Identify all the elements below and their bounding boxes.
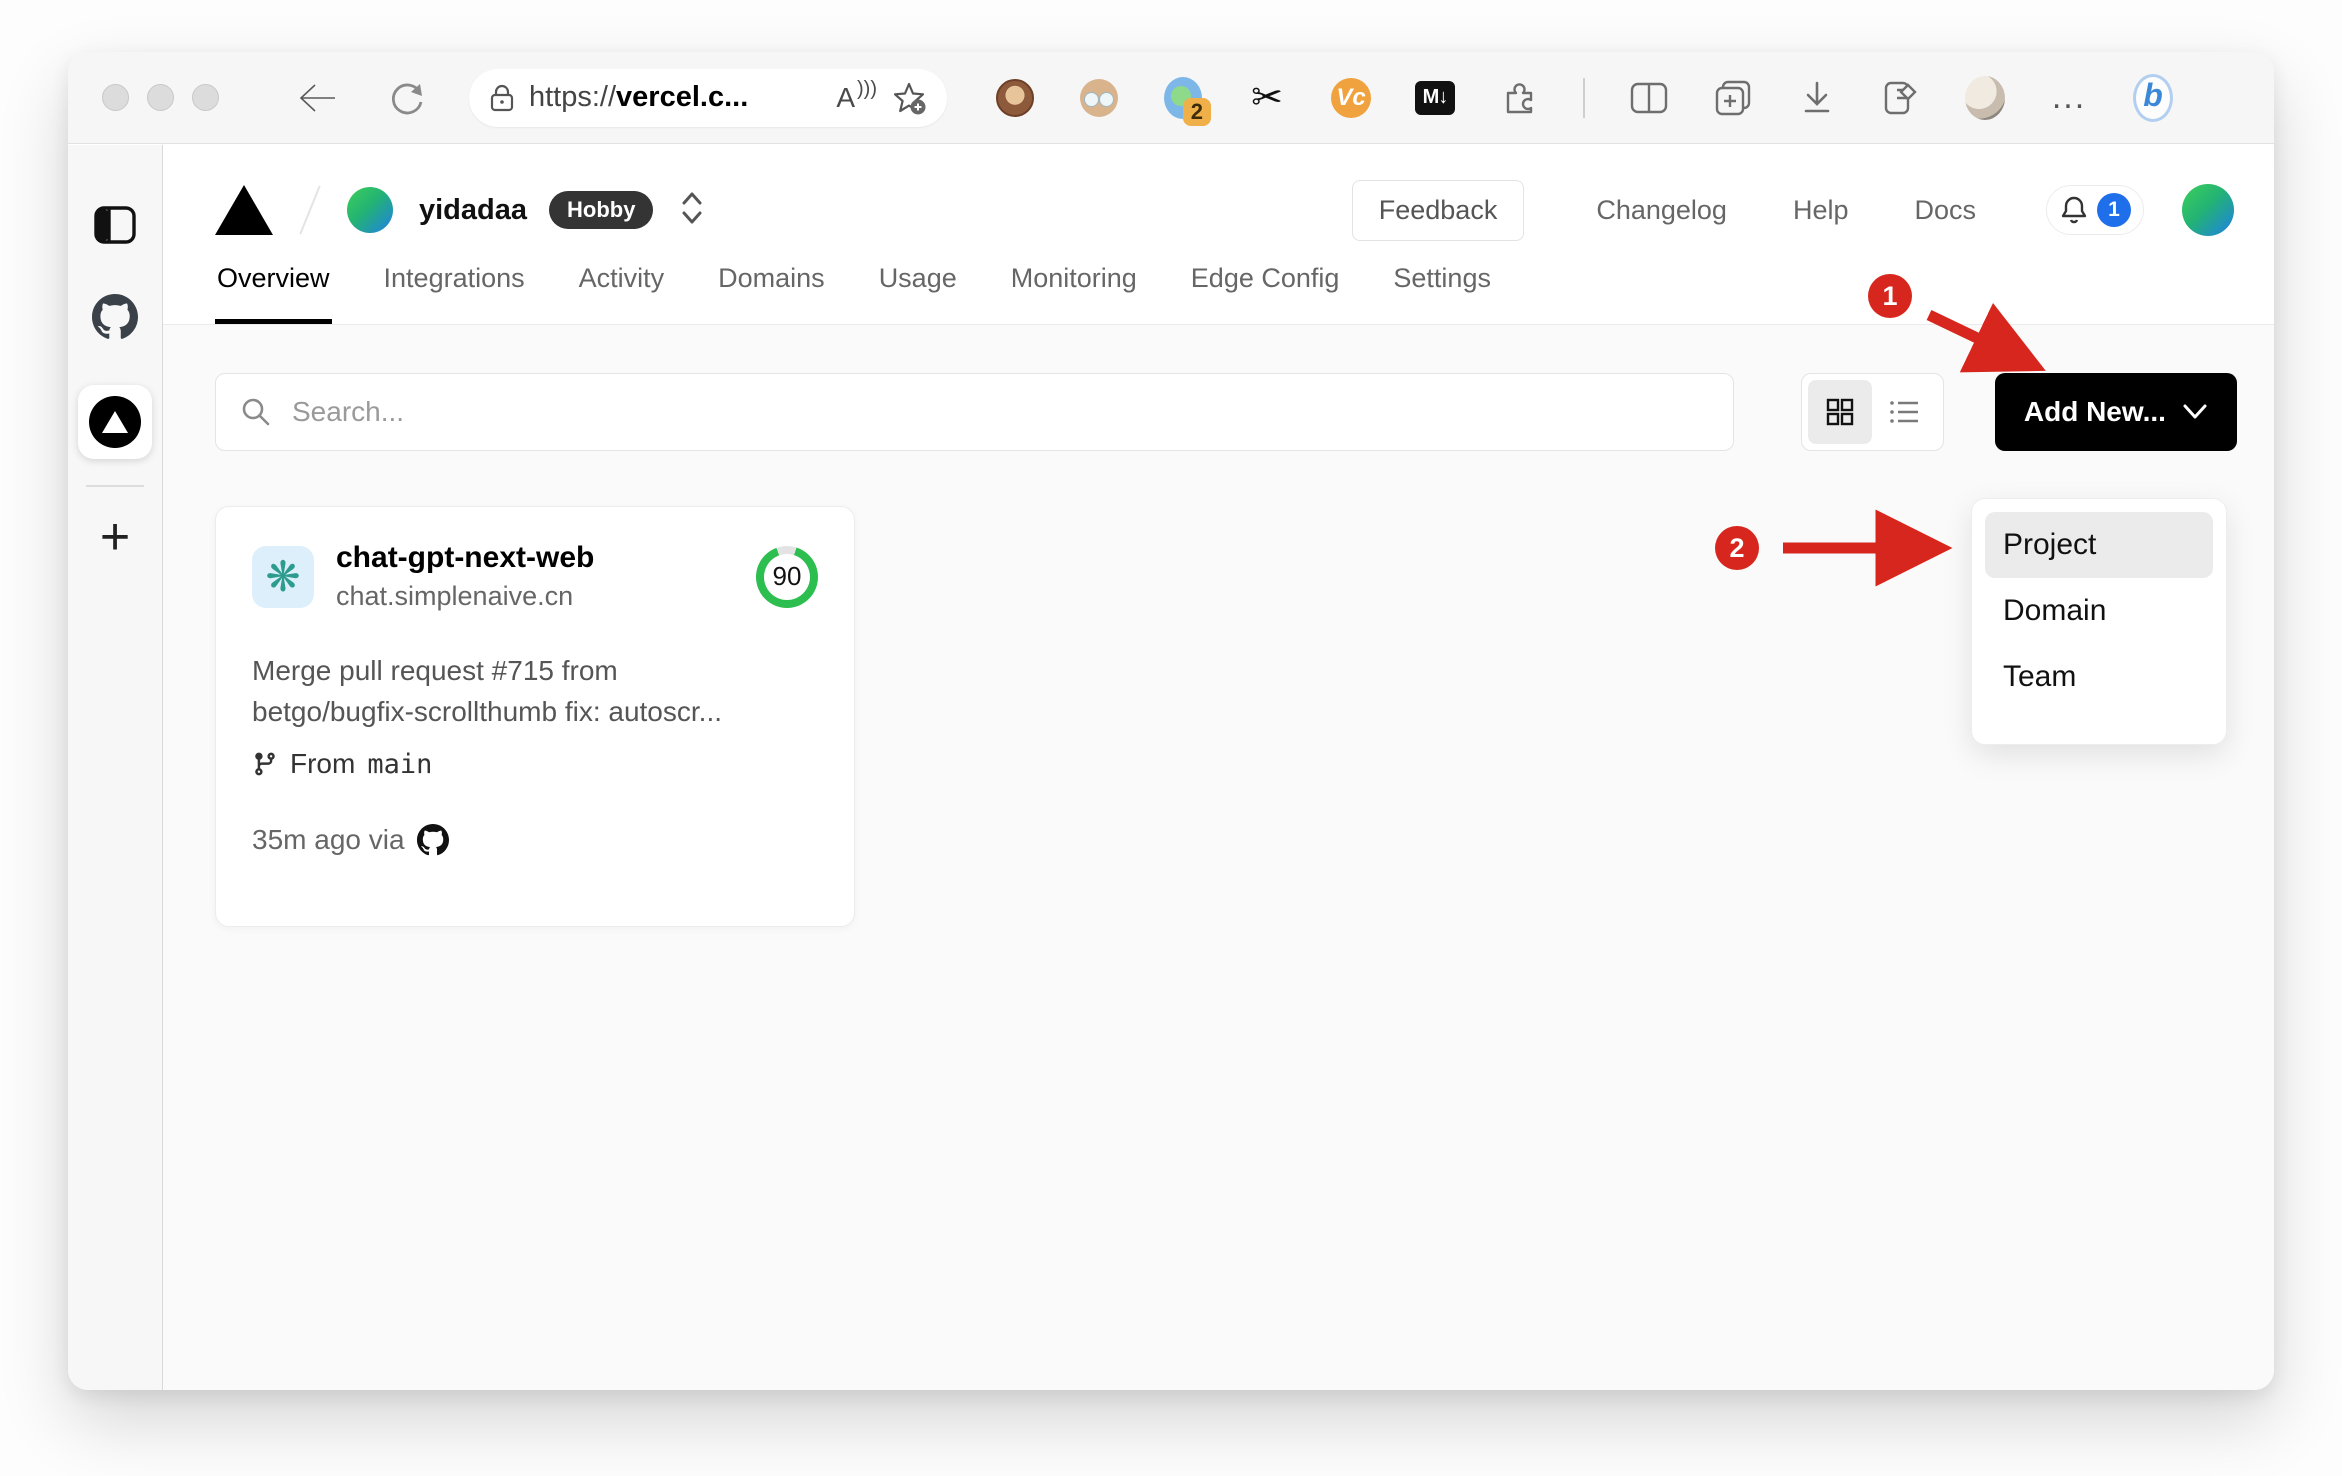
breadcrumb-slash: [299, 185, 321, 235]
browser-essentials-icon[interactable]: [1881, 78, 1921, 118]
commit-message-line1: Merge pull request #715 from: [252, 655, 618, 686]
site-header: yidadaa Hobby Feedback Changelog Help Do…: [163, 145, 2274, 325]
annotation-step-1: 1: [1868, 274, 1912, 318]
search-input[interactable]: [292, 396, 1709, 428]
clipper-extension-icon[interactable]: ✂: [1247, 77, 1287, 119]
extensions-puzzle-icon[interactable]: [1499, 78, 1539, 118]
project-domain[interactable]: chat.simplenaive.cn: [336, 581, 734, 612]
sidebar-panel-toggle-icon[interactable]: [91, 201, 139, 249]
vercel-tab-active[interactable]: [78, 385, 152, 459]
commit-message-line2: betgo/bugfix-scrollthumb fix: autoscr...: [252, 696, 722, 727]
collections-icon[interactable]: [1713, 78, 1753, 118]
reload-button[interactable]: [379, 78, 435, 118]
nav-link-docs[interactable]: Docs: [1914, 195, 1976, 226]
annotation-step-2: 2: [1715, 526, 1759, 570]
feedback-button[interactable]: Feedback: [1351, 179, 1525, 241]
profile-avatar[interactable]: [1965, 75, 2005, 120]
tab-usage[interactable]: Usage: [877, 253, 959, 324]
sidebar-divider: [86, 485, 144, 487]
search-icon: [242, 398, 270, 426]
lighthouse-score-value: 90: [764, 553, 810, 600]
search-box[interactable]: [215, 373, 1734, 451]
toolbar-divider: [1583, 77, 1585, 118]
project-name[interactable]: chat-gpt-next-web: [336, 541, 734, 575]
branch-row: From main: [252, 748, 818, 780]
nav-link-changelog[interactable]: Changelog: [1596, 195, 1727, 226]
url-text: https://vercel.c...: [529, 81, 749, 113]
dropdown-item-domain[interactable]: Domain: [1985, 578, 2213, 644]
tampermonkey-extension-icon[interactable]: [995, 78, 1035, 118]
branch-name: main: [367, 748, 433, 780]
branch-prefix: From: [290, 748, 356, 779]
tab-integrations[interactable]: Integrations: [382, 253, 527, 324]
vercel-logo[interactable]: [215, 185, 273, 235]
dropdown-item-project[interactable]: Project: [1985, 512, 2213, 578]
new-tab-button[interactable]: +: [91, 511, 139, 563]
dashboard-tabs: Overview Integrations Activity Domains U…: [163, 253, 2274, 325]
lighthouse-score-ring[interactable]: 90: [756, 545, 818, 608]
git-branch-icon: [255, 752, 275, 776]
add-new-button[interactable]: Add New...: [1994, 373, 2237, 451]
zoom-button[interactable]: [192, 84, 219, 111]
split-screen-icon[interactable]: [1629, 78, 1669, 118]
close-button[interactable]: [102, 84, 129, 111]
notifications-button[interactable]: 1: [2046, 185, 2144, 235]
markdown-extension-icon[interactable]: M↓: [1415, 78, 1455, 118]
window-controls: [102, 84, 219, 111]
tab-overview[interactable]: Overview: [215, 253, 332, 324]
project-favicon: ❋: [252, 545, 314, 608]
favorite-star-icon[interactable]: [891, 80, 927, 116]
address-bar[interactable]: https://vercel.c... A))): [469, 68, 947, 127]
notification-count-badge: 1: [2097, 193, 2131, 227]
extension-strip: 2 ✂ Vc M↓ ... b: [995, 73, 2173, 126]
vercel-app-icon: [89, 396, 141, 448]
tab-edge-config[interactable]: Edge Config: [1189, 253, 1342, 324]
overview-content: Add New... ❋ chat-gpt-next-web chat.simp…: [163, 326, 2274, 1390]
list-icon: [1889, 401, 1918, 423]
browser-window: https://vercel.c... A))) 2 ✂ Vc M↓ ... b…: [68, 52, 2274, 1390]
more-menu-icon[interactable]: ...: [2049, 78, 2089, 118]
grid-icon: [1826, 398, 1854, 426]
tab-monitoring[interactable]: Monitoring: [1009, 253, 1139, 324]
tab-domains[interactable]: Domains: [716, 253, 827, 324]
user-avatar[interactable]: [2182, 184, 2234, 236]
team-switcher-icon[interactable]: [679, 189, 705, 232]
team-name: yidadaa: [419, 193, 527, 226]
github-tab-icon[interactable]: [91, 293, 139, 341]
vercel-dashboard: yidadaa Hobby Feedback Changelog Help Do…: [163, 145, 2274, 1390]
dropdown-item-team[interactable]: Team: [1985, 644, 2213, 710]
view-toggle: [1800, 373, 1944, 451]
grid-view-button[interactable]: [1807, 380, 1873, 444]
read-aloud-icon[interactable]: A))): [836, 78, 877, 114]
browser-toolbar: https://vercel.c... A))) 2 ✂ Vc M↓ ... b: [68, 52, 2274, 144]
minimize-button[interactable]: [147, 84, 174, 111]
list-view-button[interactable]: [1872, 380, 1937, 444]
tab-activity[interactable]: Activity: [577, 253, 667, 324]
avatar-extension-icon[interactable]: [1079, 78, 1119, 118]
bing-chat-icon[interactable]: b: [2133, 73, 2173, 122]
vc-extension-icon[interactable]: Vc: [1331, 77, 1371, 118]
nav-link-help[interactable]: Help: [1793, 195, 1849, 226]
extension-badge: 2: [1182, 97, 1211, 126]
counter-extension-icon[interactable]: 2: [1163, 76, 1211, 126]
github-icon: [416, 824, 449, 856]
chevron-down-icon: [2183, 404, 2207, 419]
downloads-icon[interactable]: [1797, 78, 1837, 118]
project-card[interactable]: ❋ chat-gpt-next-web chat.simplenaive.cn …: [215, 506, 855, 927]
tab-settings[interactable]: Settings: [1391, 253, 1493, 324]
team-avatar: [347, 187, 393, 233]
plan-badge: Hobby: [549, 191, 654, 229]
back-button[interactable]: [289, 81, 345, 115]
browser-sidebar: +: [68, 145, 163, 1390]
lock-icon: [490, 84, 514, 111]
deploy-meta-row: 35m ago via: [252, 824, 818, 856]
add-new-dropdown: Project Domain Team: [1971, 498, 2227, 745]
deploy-time: 35m ago via: [252, 824, 405, 855]
bell-icon: [2061, 196, 2087, 224]
